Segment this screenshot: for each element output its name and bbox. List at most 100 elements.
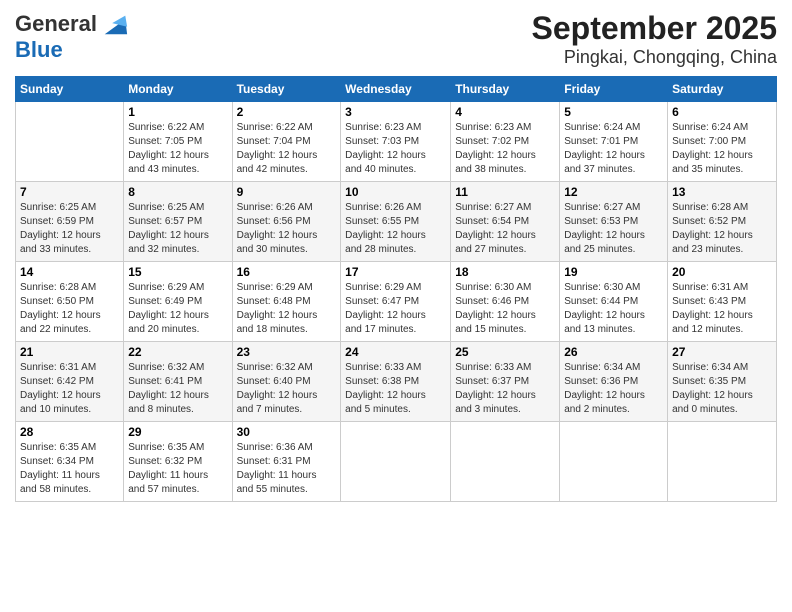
col-sunday: Sunday [16, 77, 124, 102]
day-detail: Sunrise: 6:26 AM Sunset: 6:56 PM Dayligh… [237, 201, 337, 257]
day-number: 12 [564, 185, 663, 199]
calendar-cell [668, 422, 777, 502]
calendar-cell: 2 Sunrise: 6:22 AM Sunset: 7:04 PM Daylig… [232, 102, 341, 182]
logo-general-text: General [15, 11, 97, 36]
day-detail: Sunrise: 6:29 AM Sunset: 6:48 PM Dayligh… [237, 281, 337, 337]
day-detail: Sunrise: 6:34 AM Sunset: 6:35 PM Dayligh… [672, 361, 772, 417]
calendar-cell: 18 Sunrise: 6:30 AM Sunset: 6:46 PM Dayli… [451, 262, 560, 342]
day-number: 23 [237, 345, 337, 359]
day-number: 2 [237, 105, 337, 119]
day-detail: Sunrise: 6:30 AM Sunset: 6:44 PM Dayligh… [564, 281, 663, 337]
calendar-cell: 3 Sunrise: 6:23 AM Sunset: 7:03 PM Daylig… [341, 102, 451, 182]
day-number: 29 [128, 425, 227, 439]
calendar-cell: 13 Sunrise: 6:28 AM Sunset: 6:52 PM Dayli… [668, 182, 777, 262]
calendar-cell: 14Sunrise: 6:28 AM Sunset: 6:50 PM Dayli… [16, 262, 124, 342]
day-number: 19 [564, 265, 663, 279]
calendar-cell: 17Sunrise: 6:29 AM Sunset: 6:47 PM Dayli… [341, 262, 451, 342]
col-saturday: Saturday [668, 77, 777, 102]
calendar-cell: 10 Sunrise: 6:26 AM Sunset: 6:55 PM Dayli… [341, 182, 451, 262]
day-number: 3 [345, 105, 446, 119]
day-number: 16 [237, 265, 337, 279]
day-detail: Sunrise: 6:35 AM Sunset: 6:32 PM Dayligh… [128, 441, 227, 497]
col-wednesday: Wednesday [341, 77, 451, 102]
calendar-cell: 26 Sunrise: 6:34 AM Sunset: 6:36 PM Dayli… [560, 342, 668, 422]
col-tuesday: Tuesday [232, 77, 341, 102]
day-number: 10 [345, 185, 446, 199]
calendar-cell: 1 Sunrise: 6:22 AM Sunset: 7:05 PM Daylig… [124, 102, 232, 182]
day-detail: Sunrise: 6:26 AM Sunset: 6:55 PM Dayligh… [345, 201, 446, 257]
day-number: 18 [455, 265, 555, 279]
day-detail: Sunrise: 6:22 AM Sunset: 7:04 PM Dayligh… [237, 121, 337, 177]
calendar-cell: 27 Sunrise: 6:34 AM Sunset: 6:35 PM Dayli… [668, 342, 777, 422]
day-detail: Sunrise: 6:32 AM Sunset: 6:41 PM Dayligh… [128, 361, 227, 417]
day-number: 5 [564, 105, 663, 119]
calendar-cell: 9 Sunrise: 6:26 AM Sunset: 6:56 PM Daylig… [232, 182, 341, 262]
day-number: 30 [237, 425, 337, 439]
day-number: 11 [455, 185, 555, 199]
calendar-cell: 7Sunrise: 6:25 AM Sunset: 6:59 PM Daylig… [16, 182, 124, 262]
day-number: 28 [20, 425, 119, 439]
calendar-week-row: 21 Sunrise: 6:31 AM Sunset: 6:42 PM Dayli… [16, 342, 777, 422]
page-title: September 2025 [532, 10, 777, 47]
logo: General Blue [15, 10, 129, 62]
day-number: 27 [672, 345, 772, 359]
col-friday: Friday [560, 77, 668, 102]
col-monday: Monday [124, 77, 232, 102]
day-detail: Sunrise: 6:25 AM Sunset: 6:57 PM Dayligh… [128, 201, 227, 257]
calendar-cell: 21 Sunrise: 6:31 AM Sunset: 6:42 PM Dayli… [16, 342, 124, 422]
calendar-week-row: 14Sunrise: 6:28 AM Sunset: 6:50 PM Dayli… [16, 262, 777, 342]
day-detail: Sunrise: 6:34 AM Sunset: 6:36 PM Dayligh… [564, 361, 663, 417]
day-number: 25 [455, 345, 555, 359]
day-number: 1 [128, 105, 227, 119]
day-number: 21 [20, 345, 119, 359]
calendar-week-row: 1 Sunrise: 6:22 AM Sunset: 7:05 PM Daylig… [16, 102, 777, 182]
calendar-cell [341, 422, 451, 502]
calendar-header-row: Sunday Monday Tuesday Wednesday Thursday… [16, 77, 777, 102]
title-block: September 2025 Pingkai, Chongqing, China [532, 10, 777, 68]
calendar-cell: 19 Sunrise: 6:30 AM Sunset: 6:44 PM Dayli… [560, 262, 668, 342]
calendar-cell: 11 Sunrise: 6:27 AM Sunset: 6:54 PM Dayli… [451, 182, 560, 262]
calendar-cell: 12Sunrise: 6:27 AM Sunset: 6:53 PM Dayli… [560, 182, 668, 262]
calendar-cell: 29 Sunrise: 6:35 AM Sunset: 6:32 PM Dayli… [124, 422, 232, 502]
day-number: 15 [128, 265, 227, 279]
day-detail: Sunrise: 6:31 AM Sunset: 6:43 PM Dayligh… [672, 281, 772, 337]
day-detail: Sunrise: 6:29 AM Sunset: 6:49 PM Dayligh… [128, 281, 227, 337]
day-detail: Sunrise: 6:27 AM Sunset: 6:54 PM Dayligh… [455, 201, 555, 257]
day-number: 14 [20, 265, 119, 279]
day-detail: Sunrise: 6:33 AM Sunset: 6:37 PM Dayligh… [455, 361, 555, 417]
day-number: 4 [455, 105, 555, 119]
day-number: 26 [564, 345, 663, 359]
calendar-week-row: 7Sunrise: 6:25 AM Sunset: 6:59 PM Daylig… [16, 182, 777, 262]
calendar-cell: 24Sunrise: 6:33 AM Sunset: 6:38 PM Dayli… [341, 342, 451, 422]
day-detail: Sunrise: 6:22 AM Sunset: 7:05 PM Dayligh… [128, 121, 227, 177]
day-detail: Sunrise: 6:24 AM Sunset: 7:00 PM Dayligh… [672, 121, 772, 177]
day-number: 13 [672, 185, 772, 199]
day-detail: Sunrise: 6:31 AM Sunset: 6:42 PM Dayligh… [20, 361, 119, 417]
day-number: 6 [672, 105, 772, 119]
day-number: 7 [20, 185, 119, 199]
day-detail: Sunrise: 6:23 AM Sunset: 7:03 PM Dayligh… [345, 121, 446, 177]
day-detail: Sunrise: 6:23 AM Sunset: 7:02 PM Dayligh… [455, 121, 555, 177]
logo-blue-text: Blue [15, 37, 63, 62]
calendar-cell: 30 Sunrise: 6:36 AM Sunset: 6:31 PM Dayli… [232, 422, 341, 502]
calendar-cell [451, 422, 560, 502]
day-number: 17 [345, 265, 446, 279]
day-detail: Sunrise: 6:28 AM Sunset: 6:52 PM Dayligh… [672, 201, 772, 257]
calendar-cell [16, 102, 124, 182]
page-header: General Blue September 2025 Pingkai, Cho… [15, 10, 777, 68]
day-detail: Sunrise: 6:33 AM Sunset: 6:38 PM Dayligh… [345, 361, 446, 417]
day-detail: Sunrise: 6:30 AM Sunset: 6:46 PM Dayligh… [455, 281, 555, 337]
calendar-cell: 28Sunrise: 6:35 AM Sunset: 6:34 PM Dayli… [16, 422, 124, 502]
calendar-cell: 25 Sunrise: 6:33 AM Sunset: 6:37 PM Dayli… [451, 342, 560, 422]
calendar-cell [560, 422, 668, 502]
calendar-cell: 20 Sunrise: 6:31 AM Sunset: 6:43 PM Dayli… [668, 262, 777, 342]
col-thursday: Thursday [451, 77, 560, 102]
day-number: 20 [672, 265, 772, 279]
day-detail: Sunrise: 6:36 AM Sunset: 6:31 PM Dayligh… [237, 441, 337, 497]
logo-icon [101, 10, 129, 38]
day-detail: Sunrise: 6:32 AM Sunset: 6:40 PM Dayligh… [237, 361, 337, 417]
calendar-table: Sunday Monday Tuesday Wednesday Thursday… [15, 76, 777, 502]
calendar-cell: 8Sunrise: 6:25 AM Sunset: 6:57 PM Daylig… [124, 182, 232, 262]
calendar-cell: 4 Sunrise: 6:23 AM Sunset: 7:02 PM Daylig… [451, 102, 560, 182]
day-number: 9 [237, 185, 337, 199]
